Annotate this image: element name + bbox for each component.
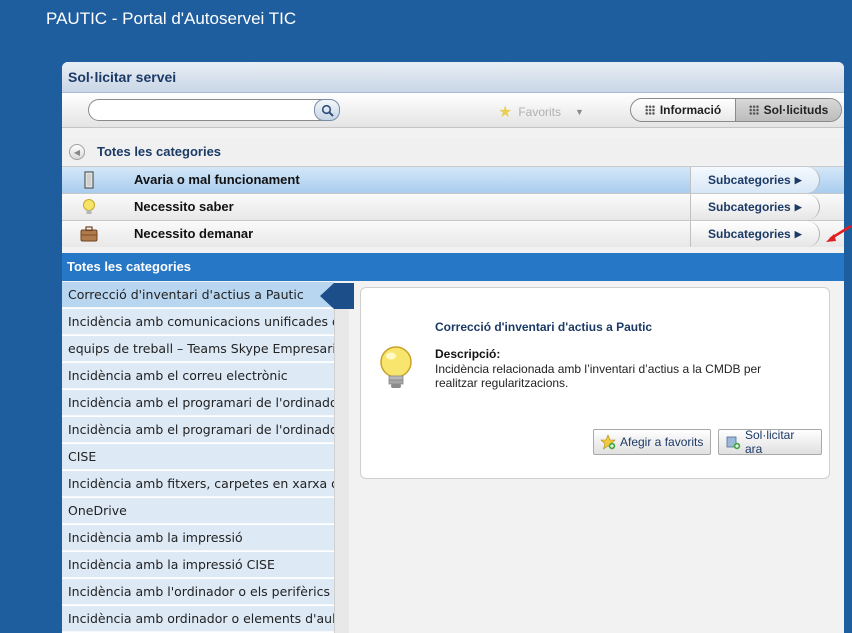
view-toggle: Informació Sol·licituds bbox=[630, 98, 842, 122]
list-item[interactable]: Incidència amb fitxers, carpetes en xarx… bbox=[62, 471, 334, 497]
briefcase-icon bbox=[80, 226, 98, 242]
subcategories-label: Subcategories bbox=[708, 173, 791, 187]
search-button[interactable] bbox=[314, 99, 340, 121]
category-label: Avaria o mal funcionament bbox=[134, 172, 300, 187]
panel-title: Sol·licitar servei bbox=[68, 69, 177, 85]
breadcrumb-all-categories[interactable]: Totes les categories bbox=[97, 144, 221, 159]
requests-toggle-button[interactable]: Sol·licituds bbox=[735, 99, 841, 121]
list-item[interactable]: Incidència amb comunicacions unificades … bbox=[62, 309, 334, 335]
door-icon bbox=[84, 171, 94, 189]
selected-pointer bbox=[320, 283, 334, 309]
detail-title: Correcció d'inventari d'actius a Pautic bbox=[435, 320, 653, 334]
chevron-right-icon: ▶ bbox=[794, 174, 802, 185]
selected-pointer-bar bbox=[334, 283, 354, 309]
breadcrumb: ◀ Totes les categories bbox=[62, 138, 844, 165]
list-item[interactable]: equips de treball – Teams Skype Empresar… bbox=[62, 336, 334, 362]
star-icon: ★ bbox=[498, 104, 513, 121]
portal-title: PAUTIC - Portal d'Autoservei TIC bbox=[46, 9, 297, 28]
list-item[interactable]: Incidència amb el programari de l'ordina… bbox=[62, 390, 334, 416]
request-add-icon bbox=[726, 436, 741, 450]
service-detail-card: Correcció d'inventari d'actius a Pautic … bbox=[360, 287, 830, 479]
grid-icon bbox=[644, 105, 655, 115]
grid-icon bbox=[748, 105, 759, 115]
list-header: Totes les categories bbox=[62, 253, 844, 281]
request-now-label: Sol·licitar ara bbox=[745, 428, 795, 456]
request-service-panel: Sol·licitar servei ★ Favorits ▼ Informac… bbox=[62, 62, 844, 633]
category-row[interactable]: Necessito demanar Subcategories ▶ bbox=[62, 220, 844, 247]
description-label: Descripció: bbox=[435, 347, 501, 361]
list-item[interactable]: Correcció d'inventari d'actius a Pautic bbox=[62, 282, 334, 308]
description-text: Incidència relacionada amb l’inventari d… bbox=[435, 362, 762, 390]
toolbar: ★ Favorits ▼ Informació Sol·licituds bbox=[62, 93, 844, 128]
request-now-button[interactable]: Sol·licitar ara bbox=[718, 428, 822, 456]
subcategories-label: Subcategories bbox=[708, 200, 791, 214]
category-row[interactable]: Necessito saber Subcategories ▶ bbox=[62, 193, 844, 220]
list-item[interactable]: Incidència amb l'ordinador o els perifèr… bbox=[62, 579, 334, 605]
category-label: Necessito saber bbox=[134, 199, 234, 214]
back-button[interactable]: ◀ bbox=[69, 144, 85, 160]
category-row[interactable]: Avaria o mal funcionament Subcategories ▶ bbox=[62, 166, 844, 193]
subcategories-button[interactable]: Subcategories ▶ bbox=[690, 167, 820, 193]
list-scrollbar[interactable] bbox=[334, 309, 349, 633]
chevron-right-icon: ▶ bbox=[794, 201, 802, 212]
chevron-left-icon: ◀ bbox=[73, 147, 81, 157]
lightbulb-icon bbox=[83, 199, 95, 214]
list-header-label: Totes les categories bbox=[67, 259, 192, 274]
chevron-down-icon: ▼ bbox=[575, 107, 584, 117]
add-to-favorites-label: Afegir a favorits bbox=[620, 435, 704, 449]
panel-header: Sol·licitar servei bbox=[62, 62, 844, 93]
lightbulb-icon bbox=[380, 346, 412, 388]
star-add-icon bbox=[600, 434, 616, 450]
list-item[interactable]: Incidència amb ordinador o elements d'au… bbox=[62, 606, 334, 632]
info-toggle-button[interactable]: Informació bbox=[631, 99, 735, 121]
list-item[interactable]: Incidència amb el correu electrònic bbox=[62, 363, 334, 389]
favorites-label: Favorits bbox=[518, 105, 562, 119]
favorites-dropdown[interactable]: ★ Favorits ▼ bbox=[498, 102, 584, 122]
search-box bbox=[88, 99, 340, 121]
chevron-right-icon: ▶ bbox=[794, 228, 802, 239]
subcategories-label: Subcategories bbox=[708, 227, 791, 241]
list-item[interactable]: Incidència amb la impressió bbox=[62, 525, 334, 551]
red-arrow-annotation bbox=[826, 224, 852, 242]
search-icon bbox=[321, 104, 334, 117]
requests-label: Sol·licituds bbox=[763, 103, 829, 117]
list-item[interactable]: CISE bbox=[62, 444, 334, 470]
info-label: Informació bbox=[659, 103, 722, 117]
list-item[interactable]: OneDrive bbox=[62, 498, 334, 524]
list-item[interactable]: Incidència amb la impressió CISE bbox=[62, 552, 334, 578]
subcategories-button[interactable]: Subcategories ▶ bbox=[690, 221, 820, 247]
list-item[interactable]: Incidència amb el programari de l'ordina… bbox=[62, 417, 334, 443]
service-list: Correcció d'inventari d'actius a Pautic … bbox=[62, 282, 334, 633]
category-label: Necessito demanar bbox=[134, 226, 254, 241]
subcategories-button[interactable]: Subcategories ▶ bbox=[690, 194, 820, 220]
search-input[interactable] bbox=[99, 101, 308, 120]
add-to-favorites-button[interactable]: Afegir a favorits bbox=[593, 429, 711, 455]
